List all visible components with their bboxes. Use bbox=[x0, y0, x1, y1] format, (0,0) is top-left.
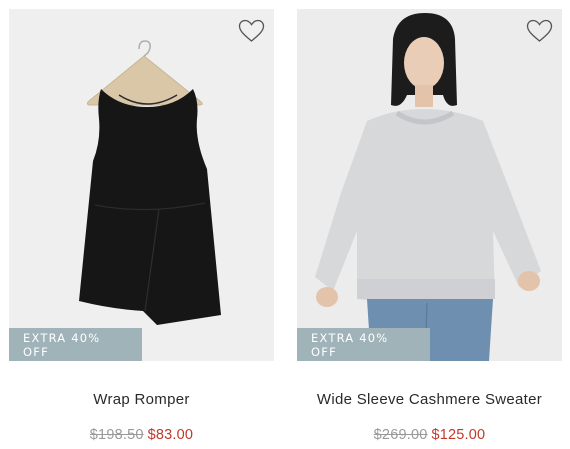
wishlist-button[interactable] bbox=[236, 17, 266, 45]
sweater-model-image bbox=[315, 13, 541, 361]
heart-outline-icon bbox=[526, 19, 552, 42]
sale-price: $83.00 bbox=[147, 427, 194, 443]
product-image[interactable]: EXTRA 40% OFF bbox=[9, 9, 274, 361]
sale-price: $125.00 bbox=[431, 427, 486, 443]
product-card[interactable]: EXTRA 40% OFF Wrap Romper $198.50 $83.00 bbox=[9, 9, 274, 443]
product-image[interactable]: EXTRA 40% OFF bbox=[297, 9, 562, 361]
promo-badge: EXTRA 40% OFF bbox=[297, 328, 430, 361]
price-row: $198.50 $83.00 bbox=[9, 427, 274, 443]
heart-outline-icon bbox=[238, 19, 264, 42]
original-price: $269.00 bbox=[373, 427, 428, 443]
product-name[interactable]: Wide Sleeve Cashmere Sweater bbox=[297, 391, 562, 411]
wishlist-button[interactable] bbox=[524, 17, 554, 45]
romper-image bbox=[79, 40, 221, 325]
price-row: $269.00 $125.00 bbox=[297, 427, 562, 443]
product-card[interactable]: EXTRA 40% OFF Wide Sleeve Cashmere Sweat… bbox=[297, 9, 562, 443]
original-price: $198.50 bbox=[89, 427, 144, 443]
product-name[interactable]: Wrap Romper bbox=[9, 391, 274, 411]
promo-badge: EXTRA 40% OFF bbox=[9, 328, 142, 361]
